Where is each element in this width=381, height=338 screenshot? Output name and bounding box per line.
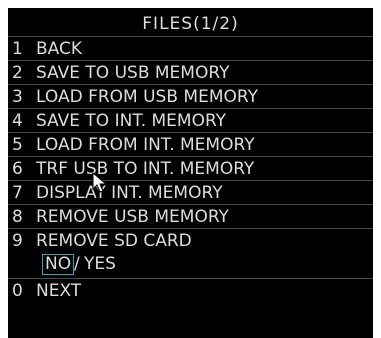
- menu-item-number: 9: [12, 231, 23, 251]
- menu-item-number: 3: [12, 87, 23, 107]
- menu-item-label: REMOVE SD CARD: [36, 231, 192, 251]
- menu-item-number: 6: [12, 159, 23, 179]
- menu-item-label: LOAD FROM INT. MEMORY: [36, 135, 255, 155]
- menu-item-label: REMOVE USB MEMORY: [36, 207, 229, 227]
- menu-item-number: 8: [12, 207, 23, 227]
- menu-item-number: 1: [12, 39, 23, 59]
- menu-item-number: 2: [12, 63, 23, 83]
- menu-item-save-to-int[interactable]: 4 SAVE TO INT. MEMORY: [8, 108, 373, 132]
- menu-item-display-int[interactable]: 7 DISPLAY INT. MEMORY: [8, 180, 373, 204]
- mouse-pointer-icon: [92, 172, 108, 193]
- menu-item-number: 5: [12, 135, 23, 155]
- option-no-selected[interactable]: NO: [42, 254, 75, 275]
- menu-item-label: SAVE TO USB MEMORY: [36, 63, 230, 83]
- menu-item-label: TRF USB TO INT. MEMORY: [36, 159, 255, 179]
- menu-item-label: DISPLAY INT. MEMORY: [36, 183, 223, 203]
- option-yes[interactable]: YES: [84, 252, 116, 276]
- menu-item-trf-usb-to-int[interactable]: 6 TRF USB TO INT. MEMORY: [8, 156, 373, 180]
- menu-item-remove-usb[interactable]: 8 REMOVE USB MEMORY: [8, 204, 373, 228]
- menu-item-remove-sd-card[interactable]: 9 REMOVE SD CARD: [8, 228, 373, 252]
- menu-title: FILES(1/2): [142, 14, 239, 34]
- menu-item-label: NEXT: [36, 281, 82, 301]
- menu-item-number: 0: [12, 281, 23, 301]
- option-separator: /: [74, 254, 80, 274]
- menu-item-load-from-int[interactable]: 5 LOAD FROM INT. MEMORY: [8, 132, 373, 156]
- files-menu-panel: FILES(1/2) 1 BACK 2 SAVE TO USB MEMORY 3…: [8, 8, 373, 338]
- confirm-options: NO / YES: [8, 252, 373, 276]
- menu-item-back[interactable]: 1 BACK: [8, 36, 373, 60]
- menu-item-number: 7: [12, 183, 23, 203]
- menu-item-number: 4: [12, 111, 23, 131]
- menu-item-save-to-usb[interactable]: 2 SAVE TO USB MEMORY: [8, 60, 373, 84]
- menu-item-next[interactable]: 0 NEXT: [8, 278, 373, 302]
- menu-item-label: LOAD FROM USB MEMORY: [36, 87, 258, 107]
- menu-item-label: BACK: [36, 39, 83, 59]
- menu-item-load-from-usb[interactable]: 3 LOAD FROM USB MEMORY: [8, 84, 373, 108]
- menu-item-label: SAVE TO INT. MEMORY: [36, 111, 227, 131]
